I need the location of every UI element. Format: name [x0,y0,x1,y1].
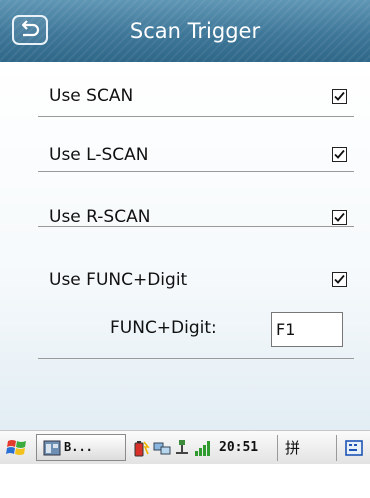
back-button[interactable] [12,15,48,45]
settings-panel: Use SCAN Use L-SCAN Use R-SCAN Use FUNC+… [0,62,370,430]
use-scan-checkbox[interactable] [332,89,347,104]
taskbar: B... 20:51 拼 [0,430,370,465]
windows-start-icon[interactable] [6,437,28,459]
clock[interactable]: 20:51 [219,439,258,457]
use-func-digit-checkbox[interactable] [332,272,347,287]
setting-row-use-func-digit: Use FUNC+Digit FUNC+Digit: [38,226,354,359]
keyboard-icon[interactable] [344,438,368,460]
page-title: Scan Trigger [129,19,261,43]
back-arrow-icon [21,20,40,37]
bottom-blank-area [0,464,370,498]
setting-row-use-lscan: Use L-SCAN [38,116,354,172]
use-scan-label: Use SCAN [49,86,134,106]
network-icon[interactable] [152,439,172,457]
title-bar: Scan Trigger [0,0,370,62]
use-lscan-checkbox[interactable] [332,147,347,162]
checkmark-icon [334,212,345,222]
taskbar-divider [336,435,337,461]
setting-row-use-scan: Use SCAN [38,62,354,117]
checkmark-icon [334,274,345,284]
battery-icon[interactable] [132,439,150,457]
func-digit-field-label: FUNC+Digit: [110,318,217,338]
func-digit-input[interactable] [271,312,343,347]
setting-row-use-rscan: Use R-SCAN [38,171,354,227]
running-task-label: B... [64,440,93,454]
app-window-icon [43,440,61,456]
checkmark-icon [334,149,345,159]
use-func-digit-label: Use FUNC+Digit [49,270,188,290]
use-lscan-label: Use L-SCAN [49,145,149,165]
usb-connection-icon[interactable] [172,439,192,457]
taskbar-divider [277,435,278,461]
signal-strength-icon[interactable] [194,439,212,457]
checkmark-icon [334,91,345,101]
use-rscan-checkbox[interactable] [332,210,347,225]
screen: Scan Trigger Use SCAN Use L-SCAN Use R-S… [0,0,370,498]
use-rscan-label: Use R-SCAN [49,207,151,227]
running-task-button[interactable]: B... [36,434,126,461]
